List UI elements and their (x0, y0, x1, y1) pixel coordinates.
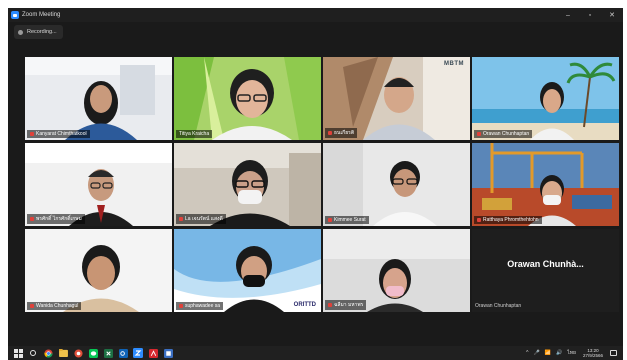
mic-muted-icon (477, 218, 481, 222)
zoom-window: Zoom Meeting – ▫ ✕ Recording... Kanyarat… (8, 8, 623, 360)
windows-start-icon[interactable] (13, 348, 23, 358)
line-app-icon[interactable] (88, 348, 98, 358)
participant-tile[interactable]: Wanida Chunhagul (25, 229, 172, 312)
participant-tile[interactable]: Orawan Chunhaptan (472, 57, 619, 140)
participant-name-tag: Kimmee Surat (325, 216, 369, 224)
video-feed (472, 57, 619, 140)
recording-label: Recording... (27, 29, 57, 35)
participant-tile[interactable]: ORITTD suphawadee sa (174, 229, 321, 312)
participant-tile[interactable]: MBTM ธนเกียรติ (323, 57, 470, 140)
mic-muted-icon (30, 304, 34, 308)
video-feed (25, 229, 172, 312)
recording-indicator[interactable]: Recording... (14, 25, 63, 39)
participant-tile-active-speaker[interactable]: Titiya Kraicha (174, 57, 321, 140)
mic-muted-icon (30, 217, 34, 221)
input-language[interactable]: ไทย (567, 349, 576, 357)
participant-tile[interactable]: La เจนรัตน์ แสงดี (174, 143, 321, 226)
participant-name-tag: Ratthaya Phromthehtohn (474, 216, 542, 224)
participant-name-tag: ฉลีมา มหาพร (325, 300, 367, 310)
participant-name-tag: Titiya Kraicha (176, 130, 213, 138)
participant-name: Kanyarat Chimthatkool (36, 131, 87, 137)
participant-name: Ratthaya Phromthehtohn (483, 217, 539, 223)
participant-tile-camera-off[interactable]: Orawan Chunhà... Orawan Chunhaptan (472, 229, 619, 312)
window-controls: – ▫ ✕ (557, 8, 623, 22)
notification-icon[interactable] (610, 350, 617, 356)
mic-muted-icon (328, 218, 332, 222)
photos-icon[interactable] (73, 348, 83, 358)
participant-name: พรศักดิ์ ไกรศักดิ์เกษม (36, 216, 82, 222)
video-feed (174, 57, 321, 140)
mic-muted-icon (179, 217, 183, 221)
clock-time: 13:20 (587, 347, 599, 353)
participant-tile[interactable]: ฉลีมา มหาพร (323, 229, 470, 312)
microphone-icon[interactable]: 🎤 (534, 350, 540, 356)
participant-tile[interactable]: พรศักดิ์ ไกรศักดิ์เกษม (25, 143, 172, 226)
participant-tile[interactable]: Kanyarat Chimthatkool (25, 57, 172, 140)
video-feed (472, 143, 619, 226)
title-bar: Zoom Meeting – ▫ ✕ (8, 8, 623, 22)
mic-muted-icon (328, 131, 332, 135)
windows-taskbar: ^ 🎤 📶 🔊 ไทย 13:20 27/9/2566 (8, 346, 623, 360)
participant-name-tag: Wanida Chunhagul (27, 302, 82, 310)
clock[interactable]: 13:20 27/9/2566 (583, 348, 603, 359)
mic-muted-icon (30, 132, 34, 136)
search-icon[interactable] (28, 348, 38, 358)
video-feed (25, 57, 172, 140)
camera-off-display-name: Orawan Chunhà... (507, 259, 584, 269)
participant-name: ฉลีมา มหาพร (334, 302, 364, 308)
file-explorer-icon[interactable] (58, 348, 68, 358)
watermark-logo: ORITTD (293, 302, 316, 308)
participant-name: Titiya Kraicha (179, 131, 210, 137)
participant-name-tag: ธนเกียรติ (325, 128, 358, 138)
chevron-up-icon[interactable]: ^ (526, 350, 528, 356)
participant-name: Kimmee Surat (334, 217, 366, 223)
system-tray: ^ 🎤 📶 🔊 ไทย 13:20 27/9/2566 (521, 346, 617, 360)
left-window-edge (0, 8, 8, 360)
participant-name-tag: suphawadee sa (176, 302, 224, 310)
video-feed (323, 143, 470, 226)
clock-date: 27/9/2566 (582, 353, 603, 358)
participant-name-tag: Orawan Chunhaptan (474, 130, 533, 138)
minimize-button[interactable]: – (557, 8, 579, 22)
mic-muted-icon (477, 132, 481, 136)
volume-icon[interactable]: 🔊 (556, 350, 562, 356)
participant-name: ธนเกียรติ (334, 130, 355, 136)
app-icon[interactable] (163, 348, 173, 358)
participant-name-tag: พรศักดิ์ ไกรศักดิ์เกษม (27, 214, 85, 224)
outlook-icon[interactable] (118, 348, 128, 358)
window-title: Zoom Meeting (22, 12, 61, 18)
participant-name: Wanida Chunhagul (36, 303, 79, 309)
participant-tile[interactable]: Ratthaya Phromthehtohn (472, 143, 619, 226)
maximize-button[interactable]: ▫ (579, 8, 601, 22)
zoom-taskbar-icon[interactable] (133, 348, 143, 358)
recording-dot-icon (18, 29, 23, 35)
participant-name: Orawan Chunhaptan (483, 131, 530, 137)
chrome-icon[interactable] (43, 348, 53, 358)
excel-icon[interactable] (103, 348, 113, 358)
close-button[interactable]: ✕ (601, 8, 623, 22)
network-icon[interactable]: 📶 (545, 350, 551, 356)
participant-name: Orawan Chunhaptan (475, 303, 522, 309)
participant-tile[interactable]: Kimmee Surat (323, 143, 470, 226)
zoom-app-icon (11, 11, 19, 19)
participant-name: suphawadee sa (185, 303, 221, 309)
participant-name-tag: Kanyarat Chimthatkool (27, 130, 90, 138)
mic-muted-icon (328, 303, 332, 307)
watermark-logo: MBTM (444, 61, 464, 67)
acrobat-icon[interactable] (148, 348, 158, 358)
participant-name: La เจนรัตน์ แสงดี (185, 216, 223, 222)
mic-muted-icon (179, 304, 183, 308)
participant-name-tag: La เจนรัตน์ แสงดี (176, 214, 226, 224)
video-feed (174, 229, 321, 312)
